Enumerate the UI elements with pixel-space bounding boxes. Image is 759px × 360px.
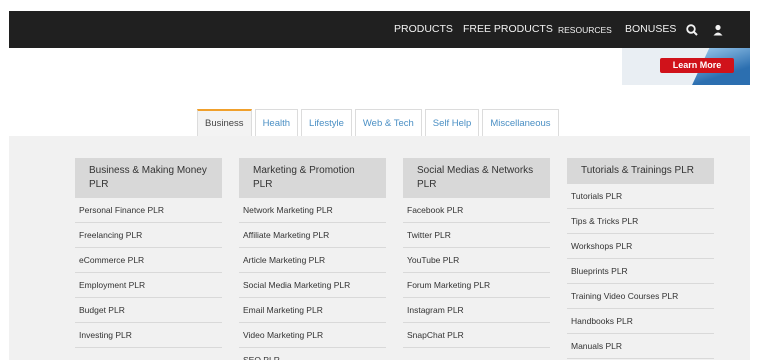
list-item[interactable]: Article Marketing PLR — [239, 248, 386, 273]
tab-web-tech[interactable]: Web & Tech — [354, 109, 422, 136]
learn-more-button[interactable]: Learn More — [660, 58, 734, 73]
list-item[interactable]: Blueprints PLR — [567, 259, 714, 284]
list-item[interactable]: eCommerce PLR — [75, 248, 222, 273]
tab-self-help[interactable]: Self Help — [424, 109, 480, 136]
promo-banner: Learn More — [622, 48, 750, 85]
list-item[interactable]: Investing PLR — [75, 323, 222, 348]
list-item[interactable]: Tutorials PLR — [567, 184, 714, 209]
list-item[interactable]: SnapChat PLR — [403, 323, 550, 348]
list-item[interactable]: Handbooks PLR — [567, 309, 714, 334]
column-tutorials: Tutorials & Trainings PLR Tutorials PLR … — [567, 158, 714, 359]
list-item[interactable]: Video Marketing PLR — [239, 323, 386, 348]
nav-free-products[interactable]: FREE PRODUCTS — [463, 23, 553, 35]
list-item[interactable]: Forum Marketing PLR — [403, 273, 550, 298]
nav-products[interactable]: PRODUCTS — [394, 23, 453, 35]
list-item[interactable]: Budget PLR — [75, 298, 222, 323]
column-business: Business & Making Money PLR Personal Fin… — [75, 158, 222, 348]
top-navigation-bar: PRODUCTS FREE PRODUCTS RESOURCES BONUSES — [9, 11, 750, 48]
list-item[interactable]: Social Media Marketing PLR — [239, 273, 386, 298]
column-heading[interactable]: Business & Making Money PLR — [75, 158, 222, 198]
tab-miscellaneous[interactable]: Miscellaneous — [482, 109, 559, 136]
column-heading[interactable]: Social Medias & Networks PLR — [403, 158, 550, 198]
list-item[interactable]: Instagram PLR — [403, 298, 550, 323]
user-icon[interactable] — [711, 23, 725, 37]
list-item[interactable]: Training Video Courses PLR — [567, 284, 714, 309]
list-item[interactable]: YouTube PLR — [403, 248, 550, 273]
list-item[interactable]: SEO PLR — [239, 348, 386, 360]
nav-bonuses[interactable]: BONUSES — [625, 23, 676, 35]
tab-business[interactable]: Business — [197, 109, 252, 136]
search-icon[interactable] — [685, 23, 699, 37]
list-item[interactable]: Manuals PLR — [567, 334, 714, 359]
tab-lifestyle[interactable]: Lifestyle — [301, 109, 352, 136]
list-item[interactable]: Affiliate Marketing PLR — [239, 223, 386, 248]
category-tabs: Business Health Lifestyle Web & Tech Sel… — [197, 109, 562, 136]
list-item[interactable]: Freelancing PLR — [75, 223, 222, 248]
column-social-media: Social Medias & Networks PLR Facebook PL… — [403, 158, 550, 348]
list-item[interactable]: Workshops PLR — [567, 234, 714, 259]
list-item[interactable]: Tips & Tricks PLR — [567, 209, 714, 234]
list-item[interactable]: Employment PLR — [75, 273, 222, 298]
column-heading[interactable]: Tutorials & Trainings PLR — [567, 158, 714, 184]
nav-resources[interactable]: RESOURCES — [558, 25, 612, 35]
tab-health[interactable]: Health — [254, 109, 299, 136]
list-item[interactable]: Email Marketing PLR — [239, 298, 386, 323]
list-item[interactable]: Personal Finance PLR — [75, 198, 222, 223]
column-marketing: Marketing & Promotion PLR Network Market… — [239, 158, 386, 360]
list-item[interactable]: Network Marketing PLR — [239, 198, 386, 223]
category-panel: Business & Making Money PLR Personal Fin… — [9, 136, 750, 360]
column-heading[interactable]: Marketing & Promotion PLR — [239, 158, 386, 198]
list-item[interactable]: Twitter PLR — [403, 223, 550, 248]
list-item[interactable]: Facebook PLR — [403, 198, 550, 223]
